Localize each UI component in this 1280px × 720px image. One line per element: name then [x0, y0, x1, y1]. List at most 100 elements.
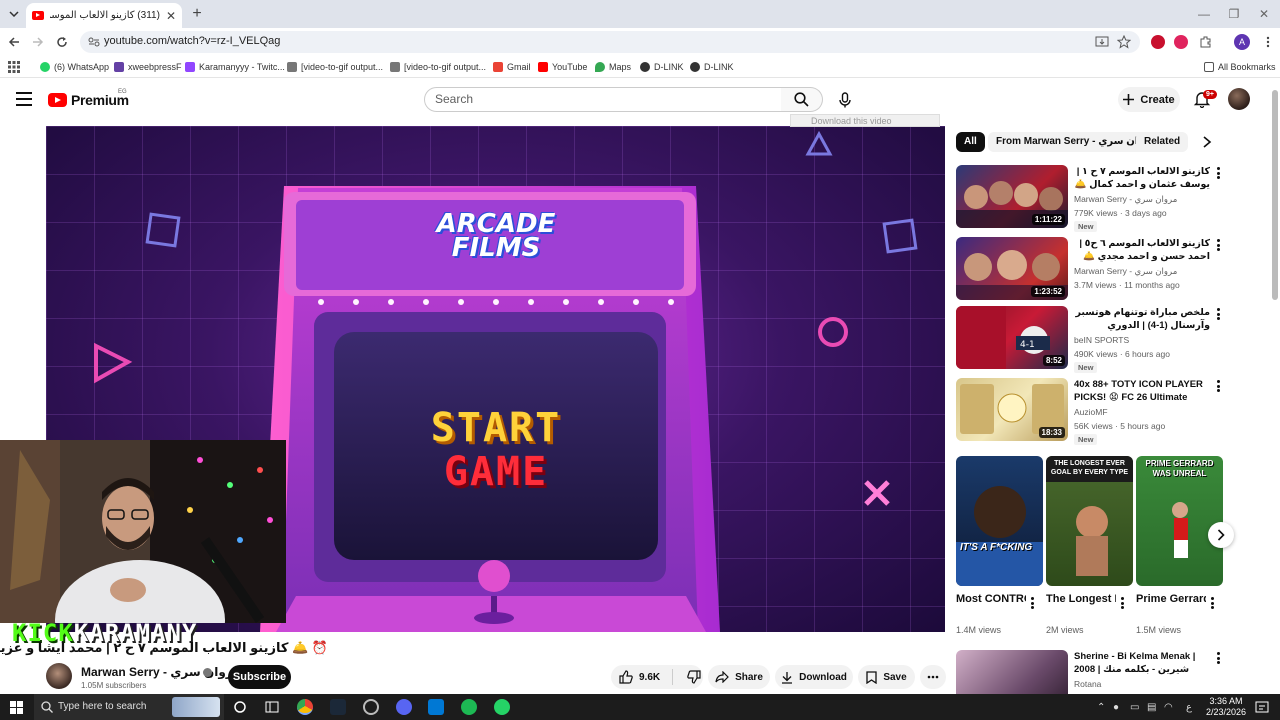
tray-network-icon[interactable]: ▤: [1147, 702, 1156, 713]
video-thumbnail[interactable]: 1:11:22: [956, 165, 1068, 228]
page-scrollbar[interactable]: [1272, 90, 1278, 300]
bookmark-star-icon[interactable]: [1117, 35, 1131, 49]
windows-start-icon[interactable]: [10, 701, 23, 714]
more-vert-icon[interactable]: [1214, 167, 1222, 181]
video-thumbnail[interactable]: 18:33: [956, 378, 1068, 441]
app-taskbar-icon[interactable]: [363, 699, 379, 715]
short-title[interactable]: Prime Gerrard Wa...: [1136, 593, 1206, 606]
subscribe-button[interactable]: Subscribe: [228, 665, 291, 689]
recommendation-item[interactable]: 18:33 40x 88+ TOTY ICON PLAYER PICKS! 😧 …: [956, 378, 1226, 445]
download-button[interactable]: Download: [775, 665, 853, 689]
more-vert-icon[interactable]: [1214, 308, 1222, 322]
chrome-menu-button[interactable]: [1260, 34, 1276, 50]
more-vert-icon[interactable]: [1208, 597, 1216, 611]
more-actions-button[interactable]: [920, 665, 946, 689]
profile-avatar-icon[interactable]: A: [1234, 34, 1250, 50]
short-title[interactable]: Most CONTROVE...: [956, 593, 1026, 606]
forward-button[interactable]: [30, 34, 46, 50]
bookmark-gmail[interactable]: Gmail: [493, 60, 531, 74]
chip-related[interactable]: Related: [1136, 132, 1189, 152]
bookmark-twitch[interactable]: Karamanyyy - Twitc...: [185, 60, 285, 74]
recommendation-title[interactable]: كازينو الالعاب الموسم ٦ ح٥ | احمد حسن و …: [1074, 237, 1210, 263]
all-bookmarks-button[interactable]: All Bookmarks: [1204, 60, 1276, 74]
bookmark-video-to-gif-2[interactable]: [video-to-gif output...: [390, 60, 486, 74]
adblock-extension-icon[interactable]: [1174, 35, 1188, 49]
notification-center-icon[interactable]: [1254, 699, 1270, 715]
bookmark-dlink-1[interactable]: D-LINK: [640, 60, 684, 74]
tab-search-button[interactable]: [4, 4, 24, 24]
youtube-premium-logo[interactable]: Premium: [48, 92, 129, 108]
more-vert-icon[interactable]: [1214, 239, 1222, 253]
short-thumbnail[interactable]: PRIME GERRARD WAS UNREAL: [1136, 456, 1223, 586]
steam-taskbar-icon[interactable]: [330, 699, 346, 715]
save-button[interactable]: Save: [858, 665, 915, 689]
recommendation-title[interactable]: كازينو الالعاب الموسم ٧ ح ١ | يوسف عثمان…: [1074, 165, 1210, 191]
taskbar-clock[interactable]: 3:36 AM 2/23/2026: [1204, 696, 1248, 718]
install-app-icon[interactable]: [1095, 35, 1109, 49]
new-tab-button[interactable]: +: [188, 5, 206, 23]
channel-avatar[interactable]: [46, 663, 72, 689]
more-vert-icon[interactable]: [1214, 380, 1222, 394]
more-vert-icon[interactable]: [1118, 597, 1126, 611]
address-bar[interactable]: youtube.com/watch?v=rz-I_VELQag: [80, 31, 1140, 53]
minimize-button[interactable]: —: [1196, 6, 1212, 22]
whatsapp-taskbar-icon[interactable]: [494, 699, 510, 715]
cortana-icon[interactable]: [232, 699, 248, 715]
bookmark-maps[interactable]: Maps: [595, 60, 631, 74]
extensions-puzzle-icon[interactable]: [1199, 35, 1213, 49]
browser-tab-active[interactable]: (311) كازينو الالعاب الموسم ٧ ح ✕: [26, 3, 182, 28]
recommendation-channel[interactable]: beIN SPORTS: [1074, 335, 1129, 345]
short-thumbnail[interactable]: THE LONGEST EVER GOAL BY EVERY TYPE: [1046, 456, 1133, 586]
bookmark-youtube[interactable]: YouTube: [538, 60, 587, 74]
create-button[interactable]: Create: [1118, 87, 1180, 112]
extension-icon[interactable]: [1151, 35, 1165, 49]
like-button[interactable]: 9.6K: [619, 670, 660, 684]
chip-all[interactable]: All: [956, 132, 985, 152]
recommendation-item[interactable]: 4-1 8:52 ملخص مباراة توتنهام هوتسبر وآرس…: [956, 306, 1226, 373]
recommendation-title[interactable]: 40x 88+ TOTY ICON PLAYER PICKS! 😧 FC 26 …: [1074, 378, 1210, 404]
language-indicator[interactable]: ع: [1186, 702, 1192, 713]
reload-button[interactable]: [54, 34, 70, 50]
site-info-icon[interactable]: [88, 36, 100, 48]
recommendation-channel[interactable]: Marwan Serry - مروان سري: [1074, 266, 1177, 277]
maximize-button[interactable]: ❐: [1226, 6, 1242, 22]
recommendation-title[interactable]: Sherine - Bi Kelma Menak | شيرين - بكلمه…: [1074, 650, 1210, 676]
chrome-taskbar-icon[interactable]: [297, 699, 313, 715]
spotify-taskbar-icon[interactable]: [461, 699, 477, 715]
tray-overflow-icon[interactable]: ⌃: [1097, 702, 1105, 713]
account-avatar[interactable]: [1228, 88, 1250, 110]
mail-taskbar-icon[interactable]: [428, 699, 444, 715]
chevron-right-icon[interactable]: [1202, 136, 1212, 148]
recommendation-channel[interactable]: Rotana: [1074, 679, 1101, 689]
short-title[interactable]: The Longest Ever Goal i...: [1046, 593, 1116, 606]
menu-hamburger-icon[interactable]: [16, 92, 32, 106]
shorts-next-button[interactable]: [1208, 522, 1234, 548]
recommendation-item[interactable]: 1:11:22 كازينو الالعاب الموسم ٧ ح ١ | يو…: [956, 165, 1226, 232]
video-thumbnail[interactable]: 1:23:52: [956, 237, 1068, 300]
share-button[interactable]: Share: [708, 665, 770, 689]
video-thumbnail[interactable]: [956, 650, 1068, 694]
recommendation-title[interactable]: ملخص مباراة توتنهام هوتسبر وآرسنال (1-4)…: [1074, 306, 1210, 332]
taskbar-search-box[interactable]: Type here to search: [34, 694, 224, 720]
voice-search-button[interactable]: [832, 87, 858, 113]
bookmark-xweebpress[interactable]: xweebpressF: [114, 60, 182, 74]
download-video-extension-button[interactable]: Download this video: [790, 114, 940, 127]
more-vert-icon[interactable]: [1214, 652, 1222, 666]
close-window-button[interactable]: ✕: [1256, 6, 1272, 22]
recommendation-channel[interactable]: AuzioMF: [1074, 407, 1108, 417]
discord-taskbar-icon[interactable]: [396, 699, 412, 715]
bookmark-video-to-gif-1[interactable]: [video-to-gif output...: [287, 60, 383, 74]
short-thumbnail[interactable]: IT'S A F*CKING: [956, 456, 1043, 586]
back-button[interactable]: [6, 34, 22, 50]
recommendation-channel[interactable]: Marwan Serry - مروان سري: [1074, 194, 1177, 205]
bookmark-dlink-2[interactable]: D-LINK: [690, 60, 734, 74]
apps-grid-icon[interactable]: [8, 61, 20, 73]
search-input[interactable]: [435, 92, 765, 106]
recommendation-item[interactable]: Sherine - Bi Kelma Menak | شيرين - بكلمه…: [956, 650, 1226, 694]
more-vert-icon[interactable]: [1028, 597, 1036, 611]
recommendation-item[interactable]: 1:23:52 كازينو الالعاب الموسم ٦ ح٥ | احم…: [956, 237, 1226, 303]
channel-name[interactable]: Marwan Serry - مروان سري: [81, 665, 241, 679]
tray-wifi-icon[interactable]: ◠: [1164, 702, 1173, 713]
search-button[interactable]: [781, 87, 823, 112]
tab-close-icon[interactable]: ✕: [166, 9, 176, 23]
